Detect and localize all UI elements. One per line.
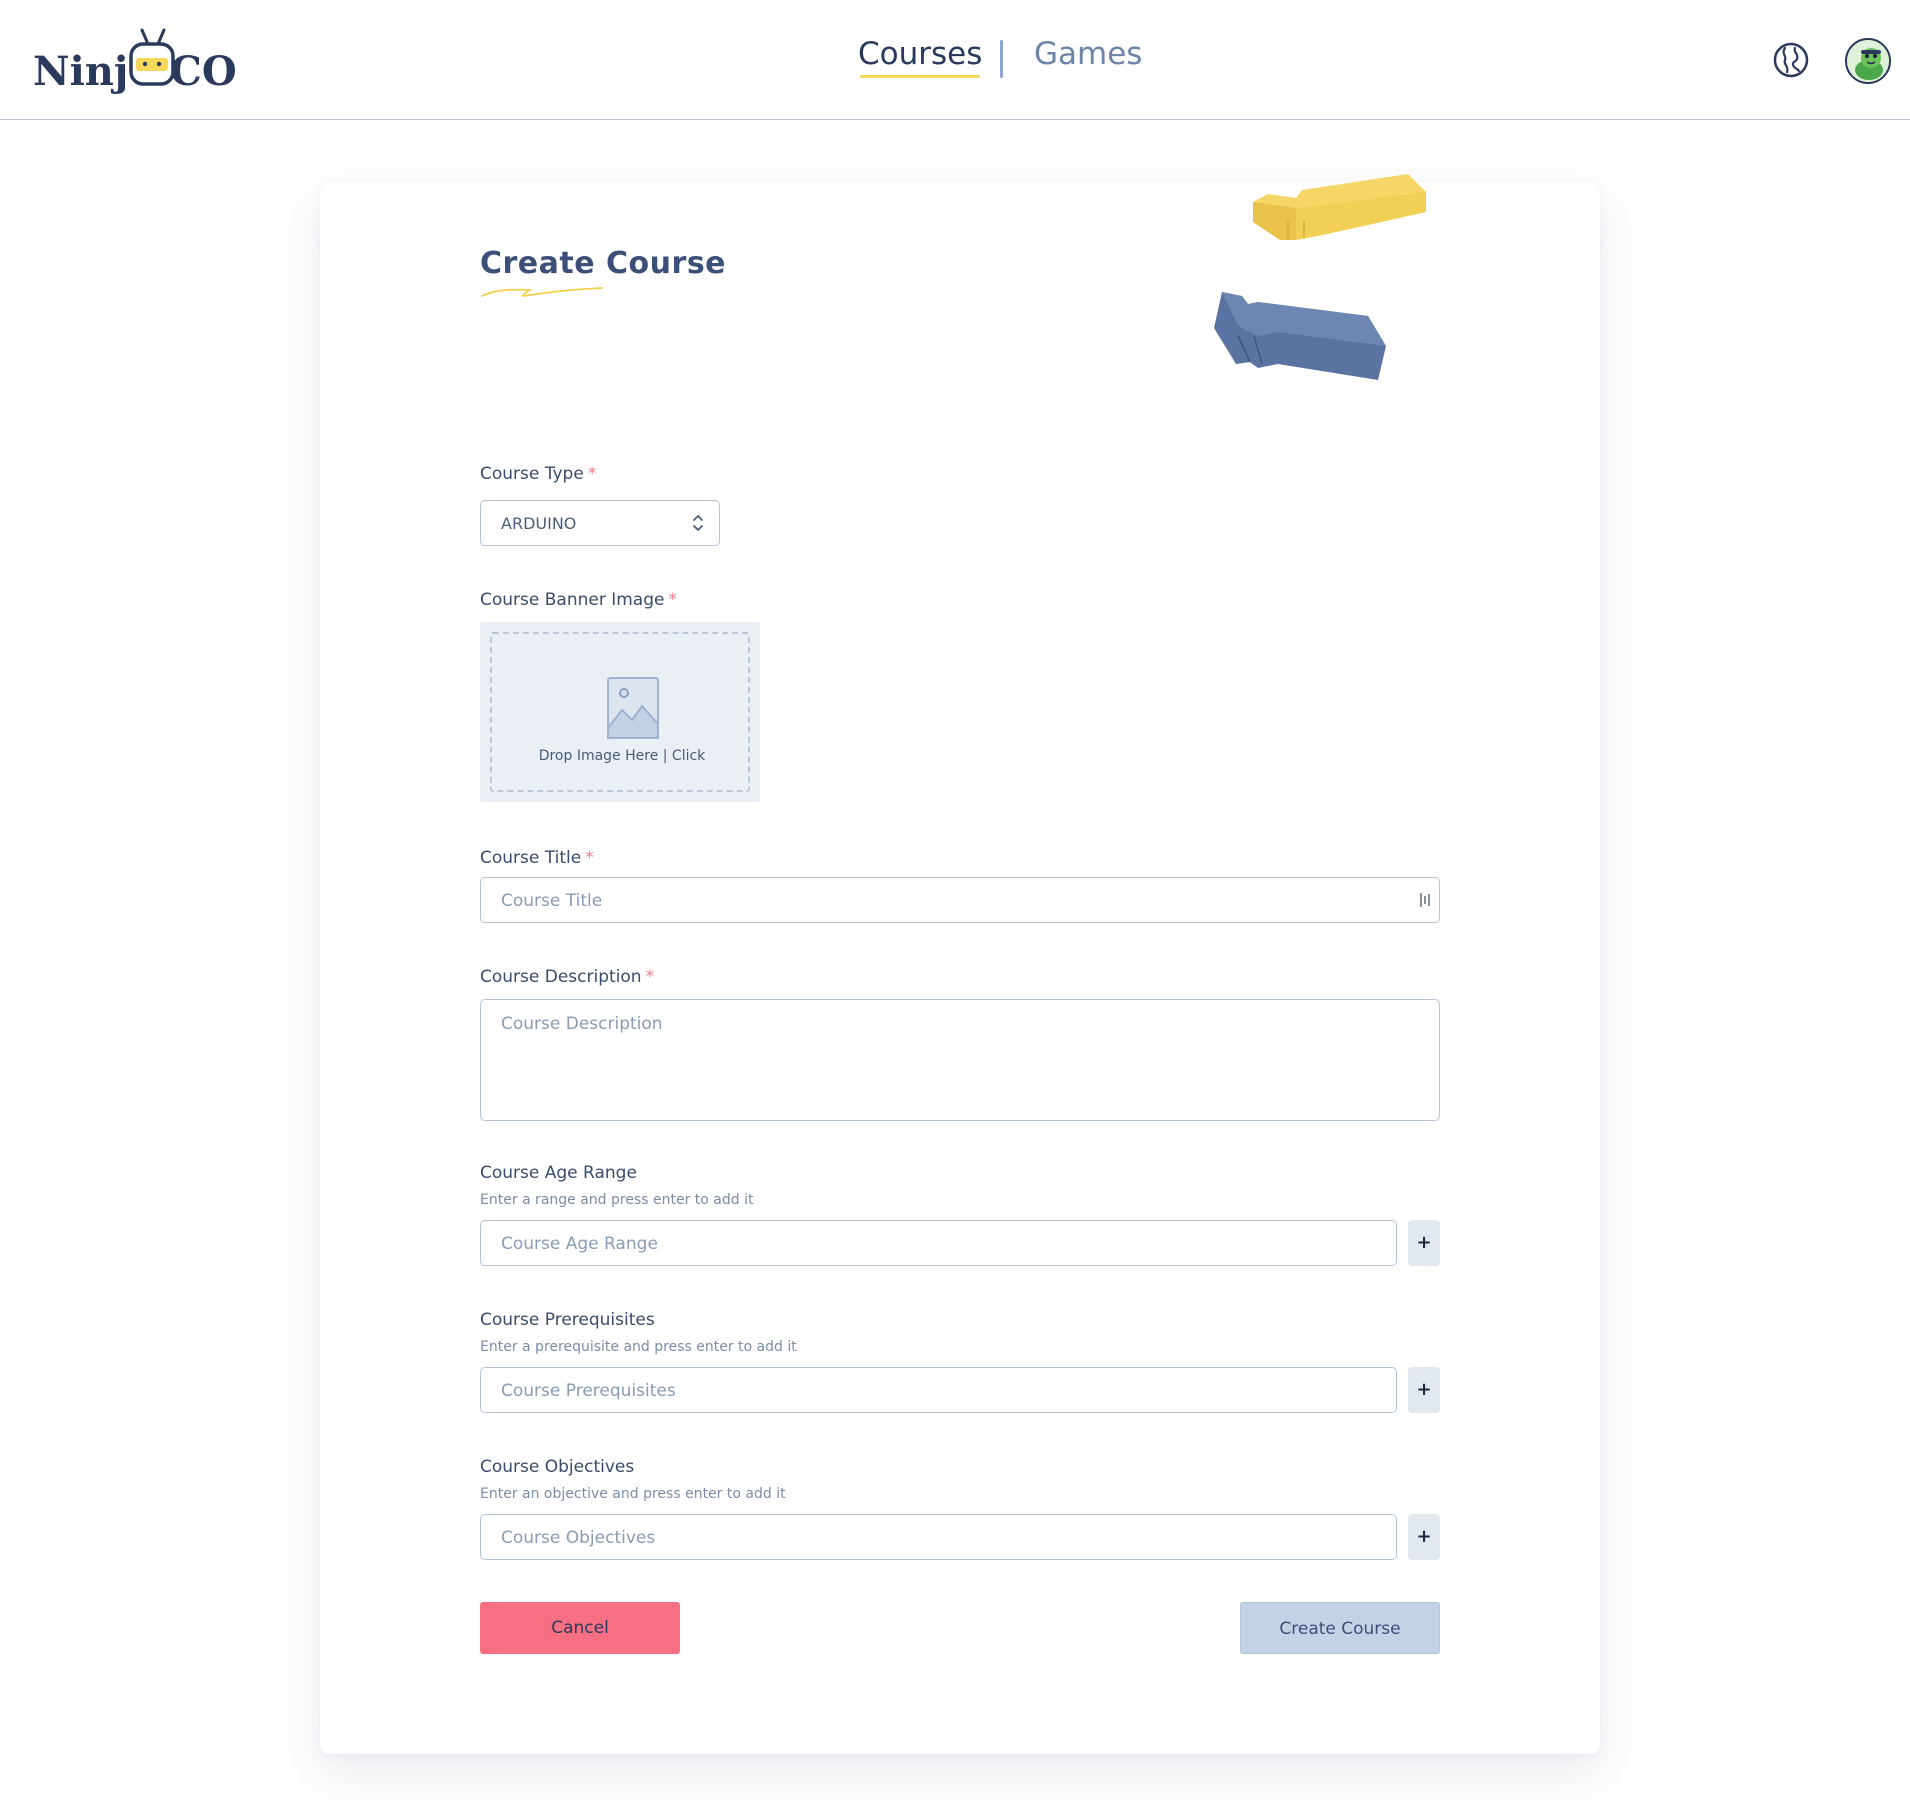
course-type-value: ARDUINO (501, 514, 577, 533)
prerequisites-hint: Enter a prerequisite and press enter to … (480, 1339, 797, 1355)
objectives-label: Course Objectives (480, 1457, 635, 1477)
add-objective-button[interactable]: + (1408, 1514, 1440, 1560)
required-marker: * (645, 967, 655, 987)
nav-courses-label: Courses (858, 36, 983, 72)
age-range-label: Course Age Range (480, 1163, 637, 1183)
logo-text-left: Ninj (33, 48, 129, 95)
banner-image-dropzone[interactable]: Drop Image Here | Click (480, 622, 760, 802)
password-manager-icon[interactable] (1419, 891, 1431, 909)
age-range-placeholder: Course Age Range (501, 1234, 658, 1254)
prerequisites-placeholder: Course Prerequisites (501, 1381, 676, 1401)
course-type-label: Course Type * (480, 464, 596, 484)
objectives-hint: Enter an objective and press enter to ad… (480, 1486, 786, 1502)
required-marker: * (668, 590, 677, 610)
course-title-input[interactable]: Course Title (480, 877, 1440, 923)
course-type-select[interactable]: ARDUINO (480, 500, 720, 546)
required-marker: * (585, 848, 594, 868)
turtle-avatar-icon (1847, 40, 1889, 82)
ninjaco-logo[interactable]: Ninj CO (33, 26, 237, 96)
dropzone-border: Drop Image Here | Click (490, 632, 750, 792)
robot-logo-icon (129, 28, 175, 86)
nav-active-underline (860, 75, 981, 78)
globe-icon[interactable] (1771, 40, 1811, 80)
course-title-label-text: Course Title (480, 848, 582, 868)
age-range-input[interactable]: Course Age Range (480, 1220, 1397, 1266)
course-type-label-text: Course Type (480, 464, 584, 484)
required-marker: * (587, 464, 597, 484)
blue-brick-decoration (1214, 292, 1386, 380)
age-range-hint: Enter a range and press enter to add it (480, 1192, 754, 1208)
cancel-button[interactable]: Cancel (480, 1602, 680, 1654)
prerequisites-input[interactable]: Course Prerequisites (480, 1367, 1397, 1413)
course-description-textarea[interactable]: Course Description (480, 999, 1440, 1121)
add-age-range-button[interactable]: + (1408, 1220, 1440, 1266)
yellow-brick-decoration (1253, 174, 1426, 240)
page-title: Create Course (480, 246, 727, 281)
image-placeholder-icon (607, 677, 659, 739)
nav-courses[interactable]: Courses (858, 36, 983, 78)
dropzone-text: Drop Image Here | Click (538, 748, 706, 764)
title-swoosh-decoration (481, 287, 603, 297)
top-header: Ninj CO Courses Games (0, 0, 1910, 120)
nav-games-label: Games (1034, 36, 1143, 72)
course-description-label-text: Course Description (480, 967, 642, 987)
course-title-placeholder: Course Title (501, 891, 603, 911)
objectives-input[interactable]: Course Objectives (480, 1514, 1397, 1560)
create-course-card: Create Course Course Type * ARDUINO Cours… (320, 174, 1600, 1754)
course-description-label: Course Description * (480, 967, 654, 987)
objectives-placeholder: Course Objectives (501, 1528, 656, 1548)
nav-divider (1000, 40, 1003, 78)
create-course-button[interactable]: Create Course (1240, 1602, 1440, 1654)
banner-image-label-text: Course Banner Image (480, 590, 665, 610)
course-description-placeholder: Course Description (501, 1014, 663, 1034)
nav-games[interactable]: Games (1034, 36, 1142, 72)
user-avatar[interactable] (1845, 38, 1891, 84)
add-prerequisite-button[interactable]: + (1408, 1367, 1440, 1413)
prerequisites-label: Course Prerequisites (480, 1310, 655, 1330)
course-title-label: Course Title * (480, 848, 594, 868)
chevron-up-down-icon (693, 515, 703, 531)
logo-text-right: CO (170, 48, 237, 95)
banner-image-label: Course Banner Image * (480, 590, 677, 610)
